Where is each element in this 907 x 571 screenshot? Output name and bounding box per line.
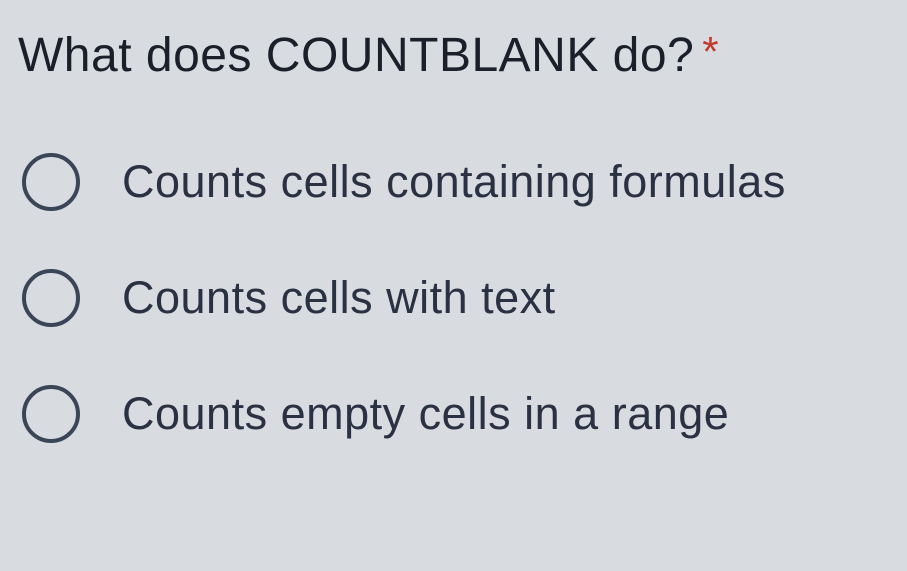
option-label: Counts cells with text bbox=[122, 272, 556, 324]
question-block: What does COUNTBLANK do?* Counts cells c… bbox=[18, 28, 889, 443]
radio-icon[interactable] bbox=[22, 153, 80, 211]
option-label: Counts empty cells in a range bbox=[122, 388, 729, 440]
radio-icon[interactable] bbox=[22, 385, 80, 443]
required-asterisk: * bbox=[702, 28, 719, 75]
option-row-2[interactable]: Counts empty cells in a range bbox=[22, 385, 889, 443]
option-row-0[interactable]: Counts cells containing formulas bbox=[22, 153, 889, 211]
question-text: What does COUNTBLANK do? bbox=[18, 29, 694, 82]
option-row-1[interactable]: Counts cells with text bbox=[22, 269, 889, 327]
radio-icon[interactable] bbox=[22, 269, 80, 327]
question-title: What does COUNTBLANK do?* bbox=[18, 28, 889, 83]
option-label: Counts cells containing formulas bbox=[122, 156, 786, 208]
options-list: Counts cells containing formulas Counts … bbox=[18, 153, 889, 443]
